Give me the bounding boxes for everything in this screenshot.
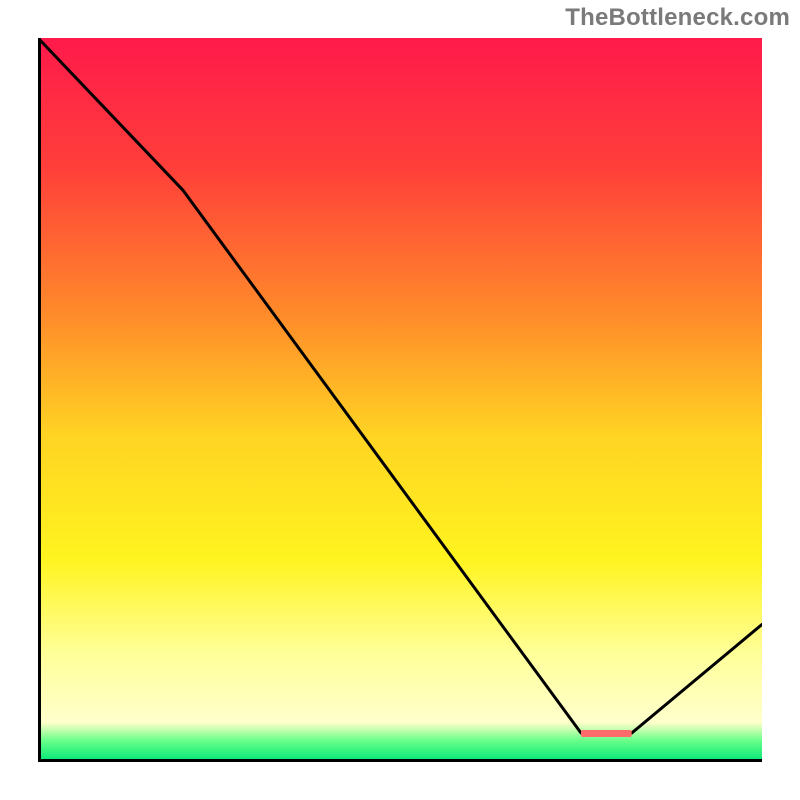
optimal-range-marker <box>581 730 632 737</box>
chart-frame: TheBottleneck.com <box>0 0 800 800</box>
watermark-label: TheBottleneck.com <box>565 4 790 32</box>
bottleneck-chart <box>38 38 762 762</box>
y-axis <box>38 38 41 762</box>
x-axis <box>38 759 762 762</box>
chart-background-gradient <box>38 38 762 762</box>
